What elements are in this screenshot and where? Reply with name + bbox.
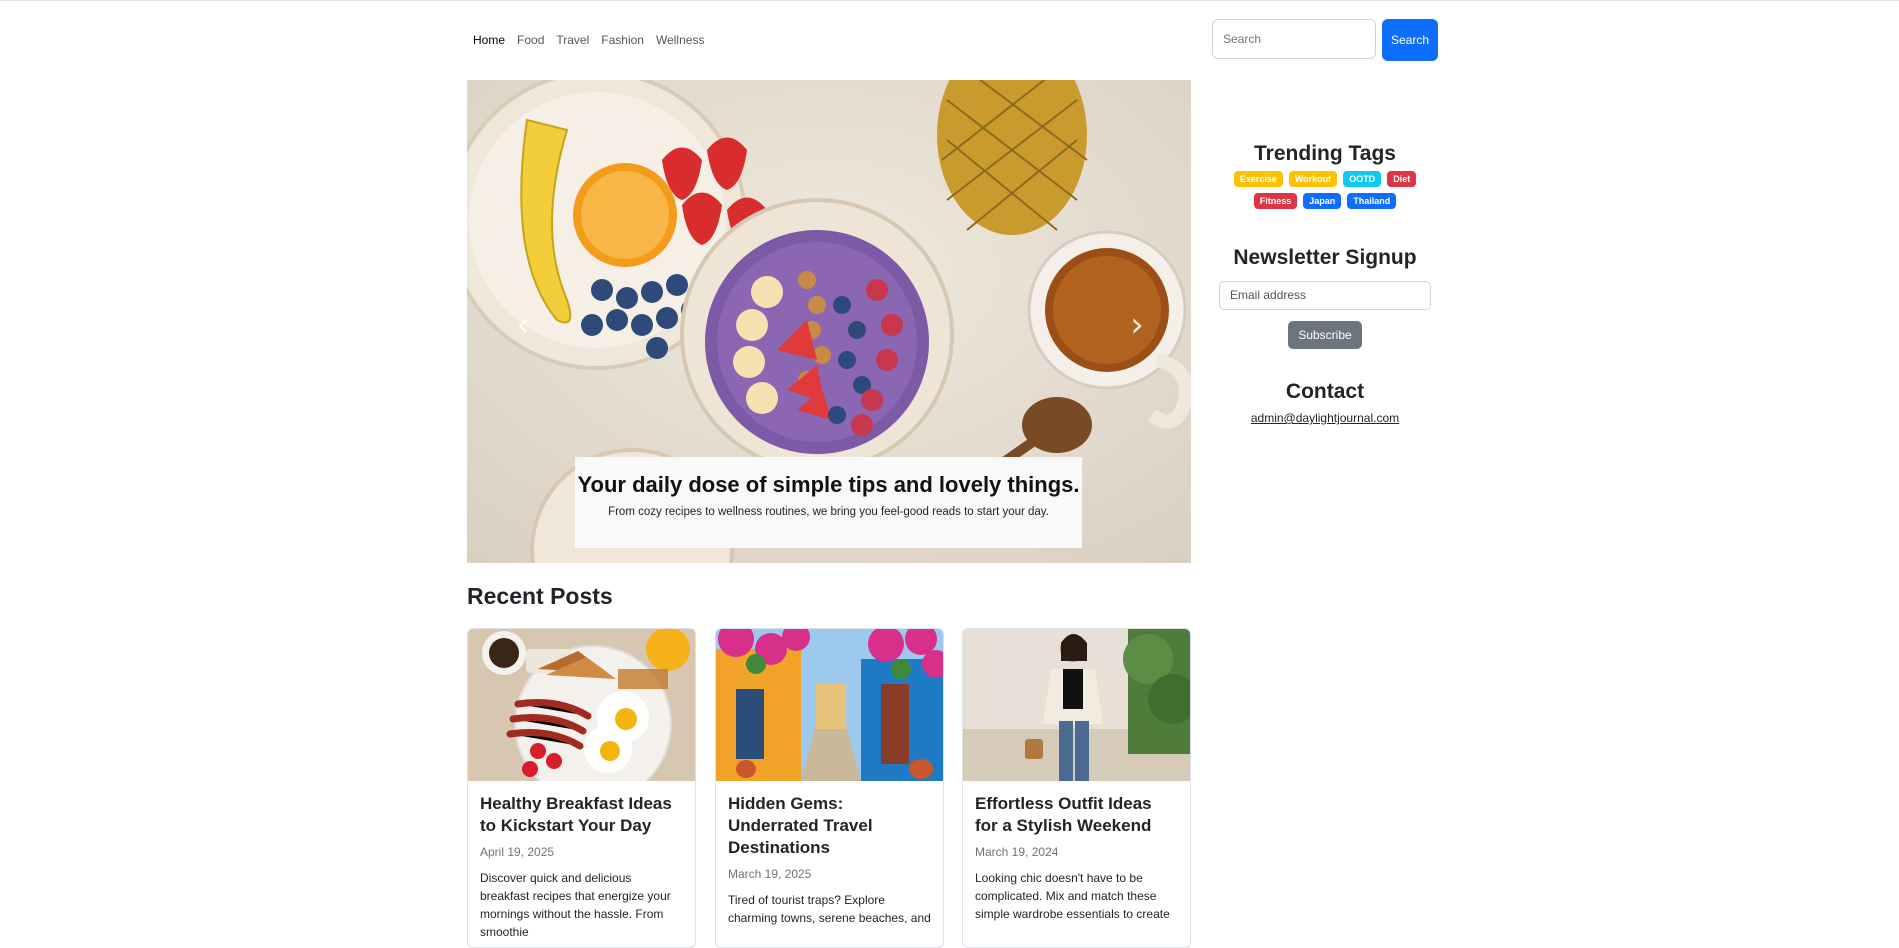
- newsletter-heading: Newsletter Signup: [1233, 246, 1417, 269]
- recent-posts-heading: Recent Posts: [467, 583, 613, 609]
- chevron-right-icon[interactable]: ›: [1117, 305, 1157, 345]
- hero-carousel: ‹ › Your daily dose of simple tips and l…: [467, 80, 1191, 563]
- contact-heading: Contact: [1285, 380, 1365, 403]
- post-card[interactable]: Hidden Gems: Underrated Travel Destinati…: [715, 628, 944, 948]
- contact-email-link[interactable]: admin@daylightjournal.com: [1251, 411, 1399, 425]
- search-input[interactable]: Search: [1212, 19, 1376, 59]
- post-body: Hidden Gems: Underrated Travel Destinati…: [716, 781, 943, 939]
- email-field[interactable]: Email address: [1219, 281, 1431, 310]
- tag-workout[interactable]: Workout: [1288, 171, 1338, 187]
- trending-tags-heading: Trending Tags: [1254, 142, 1396, 165]
- post-title[interactable]: Healthy Breakfast Ideas to Kickstart You…: [480, 793, 683, 837]
- tag-ootd[interactable]: OOTD: [1343, 171, 1382, 187]
- hero-subtitle: From cozy recipes to wellness routines, …: [608, 506, 1049, 518]
- hero-title: Your daily dose of simple tips and lovel…: [577, 472, 1080, 497]
- nav-link-food[interactable]: Food: [517, 32, 544, 48]
- hero-caption: Your daily dose of simple tips and lovel…: [575, 457, 1082, 548]
- post-card[interactable]: Effortless Outfit Ideas for a Stylish We…: [962, 628, 1191, 948]
- post-excerpt: Discover quick and delicious breakfast r…: [480, 871, 671, 939]
- subscribe-button[interactable]: Subscribe: [1288, 321, 1362, 349]
- sidebar: Trending Tags Exercise Workout OOTD Diet Fit…: [1211, 141, 1439, 427]
- post-image-fashion: [963, 629, 1190, 781]
- tag-fitness[interactable]: Fitness: [1253, 193, 1298, 209]
- nav-link-wellness[interactable]: Wellness: [656, 32, 704, 48]
- tag-thailand[interactable]: Thailand: [1347, 193, 1397, 209]
- post-image-travel: [716, 629, 943, 781]
- tag-list: Exercise Workout OOTD Diet Fitness Japan Thail…: [1230, 171, 1420, 209]
- post-excerpt: Tired of tourist traps? Explore charming…: [728, 893, 931, 925]
- post-title[interactable]: Hidden Gems: Underrated Travel Destinati…: [728, 793, 931, 859]
- post-body: Healthy Breakfast Ideas to Kickstart You…: [468, 781, 695, 947]
- top-nav: Home Food Travel Fashion Wellness Search…: [467, 19, 1439, 63]
- recent-posts-list: Healthy Breakfast Ideas to Kickstart You…: [467, 628, 1191, 948]
- nav-link-travel[interactable]: Travel: [556, 32, 589, 48]
- post-body: Effortless Outfit Ideas for a Stylish We…: [963, 781, 1190, 935]
- post-date: March 19, 2024: [975, 845, 1059, 859]
- post-card[interactable]: Healthy Breakfast Ideas to Kickstart You…: [467, 628, 696, 948]
- nav-link-home[interactable]: Home: [473, 32, 505, 48]
- search-button[interactable]: Search: [1382, 19, 1438, 61]
- tag-exercise[interactable]: Exercise: [1233, 171, 1283, 187]
- tag-japan[interactable]: Japan: [1303, 193, 1342, 209]
- nav-links: Home Food Travel Fashion Wellness: [473, 32, 716, 48]
- chevron-left-icon[interactable]: ‹: [503, 305, 543, 345]
- post-excerpt: Looking chic doesn't have to be complica…: [975, 871, 1170, 921]
- post-date: March 19, 2025: [728, 867, 812, 881]
- post-title[interactable]: Effortless Outfit Ideas for a Stylish We…: [975, 793, 1178, 837]
- page-container: Home Food Travel Fashion Wellness Search…: [467, 1, 1439, 948]
- tag-diet[interactable]: Diet: [1387, 171, 1417, 187]
- post-date: April 19, 2025: [480, 845, 555, 859]
- post-image-breakfast: [468, 629, 695, 781]
- nav-link-fashion[interactable]: Fashion: [601, 32, 644, 48]
